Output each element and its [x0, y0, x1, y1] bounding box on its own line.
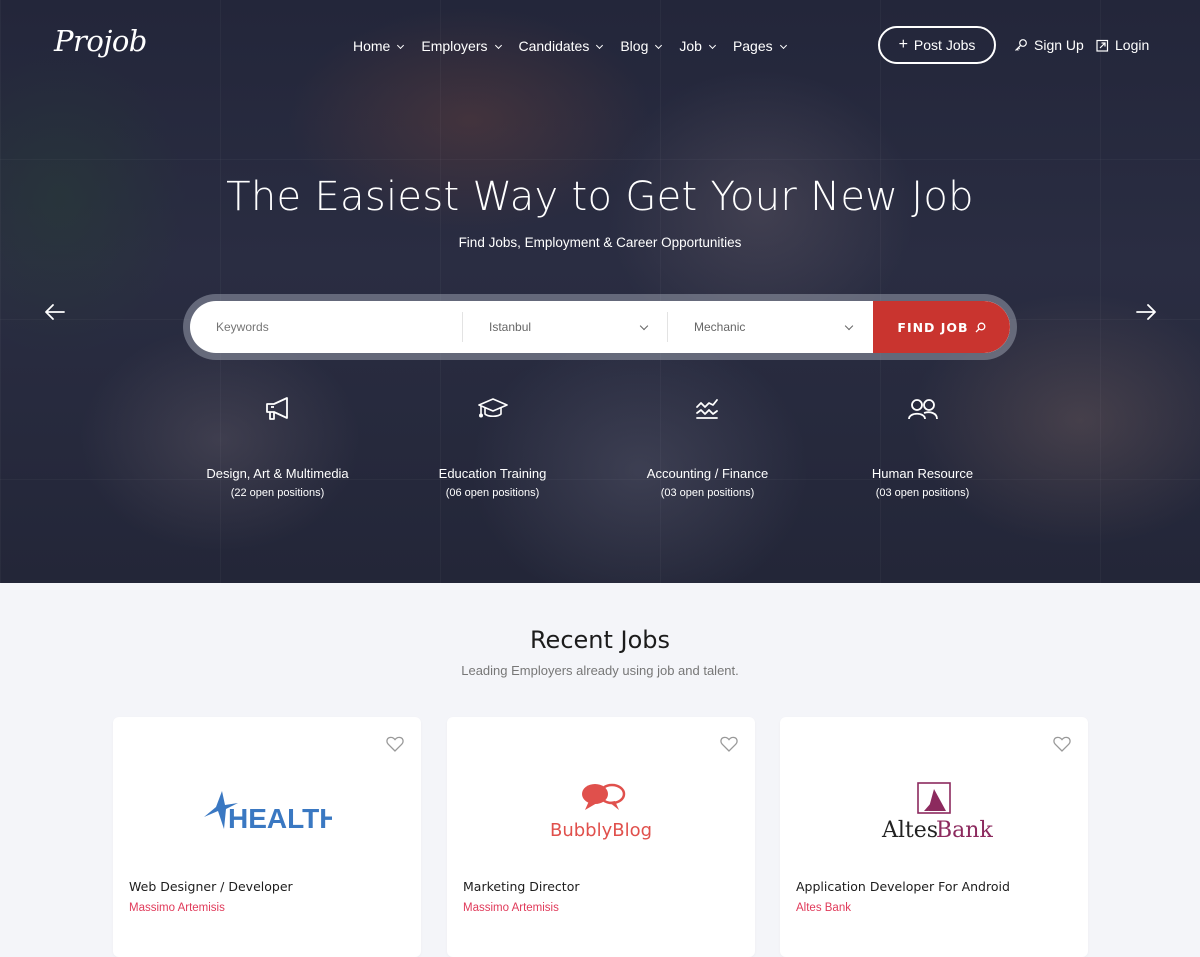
- nav-label: Home: [353, 38, 391, 54]
- signup-label: Sign Up: [1034, 37, 1084, 53]
- chevron-down-icon: [596, 41, 604, 49]
- plus-icon: +: [898, 36, 908, 53]
- chevron-down-icon: [397, 41, 405, 49]
- category-count: (22 open positions): [230, 487, 325, 499]
- heart-icon[interactable]: [1053, 736, 1071, 752]
- job-card[interactable]: HEALTH Web Designer / Developer Massimo …: [113, 717, 421, 957]
- category-list: Design, Art & Multimedia (22 open positi…: [170, 392, 1030, 499]
- nav-label: Job: [679, 38, 702, 54]
- hero-title: The Easiest Way to Get Your New Job: [226, 174, 974, 220]
- chevron-down-icon: [844, 321, 854, 330]
- signup-link[interactable]: Sign Up: [1014, 37, 1084, 53]
- category-name: Design, Art & Multimedia: [206, 466, 349, 481]
- location-value: Istanbul: [489, 320, 532, 334]
- company-logo-health: HEALTH: [113, 772, 421, 852]
- category-count: (03 open positions): [875, 487, 970, 499]
- key-icon: [1015, 39, 1027, 51]
- category-name: Education Training: [438, 466, 547, 481]
- login-link[interactable]: Login: [1096, 37, 1149, 53]
- company-name[interactable]: Massimo Artemisis: [129, 902, 225, 914]
- chevron-down-icon: [708, 41, 716, 49]
- location-select[interactable]: Istanbul: [462, 312, 667, 342]
- brand-logo[interactable]: Projob: [54, 24, 147, 58]
- search-icon: [975, 322, 986, 332]
- post-jobs-button[interactable]: + Post Jobs: [878, 26, 996, 64]
- category-item[interactable]: Design, Art & Multimedia (22 open positi…: [170, 392, 385, 499]
- slider-prev-button[interactable]: [43, 300, 67, 324]
- find-job-label: FIND JOB: [897, 319, 969, 335]
- nav-item-blog[interactable]: Blog: [620, 38, 663, 54]
- hero-subtitle: Find Jobs, Employment & Career Opportuni…: [458, 235, 742, 250]
- hero-section: Projob Home Employers Candidates Blog Jo…: [0, 0, 1200, 583]
- company-logo-altesbank: Altes Bank: [780, 772, 1088, 852]
- users-icon: [907, 399, 938, 420]
- company-name[interactable]: Massimo Artemisis: [463, 902, 559, 914]
- altes-bank-logo-icon: Altes Bank: [881, 782, 993, 843]
- job-title[interactable]: Web Designer / Developer: [129, 879, 293, 894]
- nav-item-home[interactable]: Home: [353, 38, 405, 54]
- slider-next-button[interactable]: [1134, 300, 1158, 324]
- post-jobs-label: Post Jobs: [913, 37, 976, 53]
- category-count: (06 open positions): [445, 487, 540, 499]
- logo-text: HEALTH: [228, 803, 332, 834]
- chevron-down-icon: [655, 41, 663, 49]
- keywords-field[interactable]: [190, 301, 462, 353]
- login-label: Login: [1115, 37, 1150, 53]
- nav-label: Blog: [620, 38, 649, 54]
- heart-icon[interactable]: [720, 736, 738, 752]
- category-value: Mechanic: [694, 320, 746, 334]
- category-item[interactable]: Education Training (06 open positions): [385, 392, 600, 499]
- star-logo-icon: HEALTH: [204, 791, 332, 834]
- main-nav: Home Employers Candidates Blog Job Pages: [353, 38, 804, 54]
- logo-text: Bank: [936, 818, 993, 843]
- nav-item-candidates[interactable]: Candidates: [518, 38, 604, 54]
- keywords-input[interactable]: [216, 301, 462, 353]
- category-select[interactable]: Mechanic: [667, 312, 872, 342]
- category-name: Accounting / Finance: [646, 466, 769, 481]
- recent-jobs-section: Recent Jobs Leading Employers already us…: [0, 583, 1200, 957]
- arrow-left-icon: [45, 304, 65, 320]
- category-item[interactable]: Human Resource (03 open positions): [815, 392, 1030, 499]
- nav-label: Candidates: [518, 38, 590, 54]
- speech-bubbles-icon: BubblyBlog: [550, 783, 652, 841]
- category-item[interactable]: Accounting / Finance (03 open positions): [600, 392, 815, 499]
- chevron-down-icon: [779, 41, 787, 49]
- job-card[interactable]: BubblyBlog Marketing Director Massimo Ar…: [447, 717, 755, 957]
- nav-label: Pages: [732, 38, 773, 54]
- nav-label: Employers: [421, 38, 488, 54]
- chevron-down-icon: [639, 321, 649, 330]
- section-subtitle: Leading Employers already using job and …: [461, 663, 739, 678]
- find-job-button[interactable]: FIND JOB: [873, 301, 1010, 353]
- section-title: Recent Jobs: [529, 626, 671, 654]
- nav-item-job[interactable]: Job: [679, 38, 716, 54]
- category-name: Human Resource: [871, 466, 974, 481]
- job-title[interactable]: Application Developer For Android: [796, 879, 1010, 894]
- heart-icon[interactable]: [386, 736, 404, 752]
- company-name[interactable]: Altes Bank: [796, 902, 851, 914]
- company-logo-bubblyblog: BubblyBlog: [447, 772, 755, 852]
- logo-text: BubblyBlog: [550, 820, 652, 841]
- logo-text: Altes: [881, 818, 938, 843]
- category-count: (03 open positions): [660, 487, 755, 499]
- chevron-down-icon: [494, 41, 502, 49]
- arrow-right-icon: [1136, 304, 1156, 320]
- job-title[interactable]: Marketing Director: [463, 879, 580, 894]
- finance-wave-icon: [695, 399, 718, 419]
- external-login-icon: [1096, 39, 1109, 52]
- graduation-cap-icon: [477, 398, 508, 418]
- job-card[interactable]: Altes Bank Application Developer For And…: [780, 717, 1088, 957]
- job-search-form: Istanbul Mechanic FIND JOB: [183, 294, 1017, 360]
- nav-item-employers[interactable]: Employers: [421, 38, 502, 54]
- search-bar: Istanbul Mechanic FIND JOB: [190, 301, 1010, 353]
- megaphone-icon: [265, 397, 288, 420]
- nav-item-pages[interactable]: Pages: [732, 38, 787, 54]
